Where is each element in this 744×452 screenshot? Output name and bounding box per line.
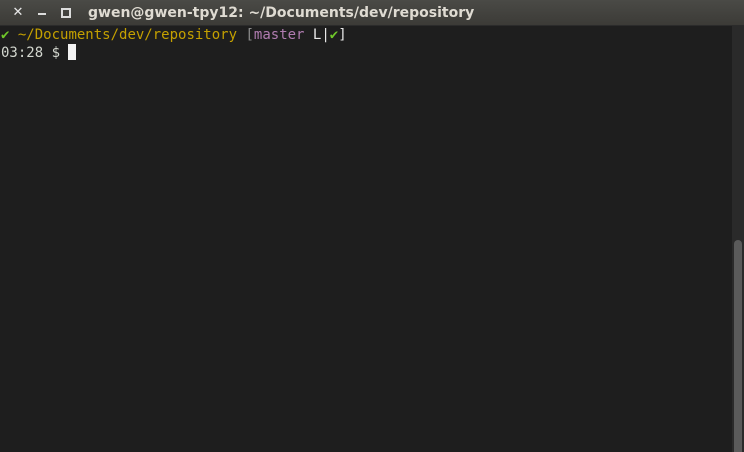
window-title: gwen@gwen-tpy12: ~/Documents/dev/reposit… xyxy=(88,4,475,21)
text-cursor xyxy=(68,44,77,60)
prompt-time: 03:28 xyxy=(1,45,44,61)
minimize-button[interactable] xyxy=(30,0,54,26)
close-icon: ✕ xyxy=(12,5,24,20)
terminal-output[interactable]: ✔ ~/Documents/dev/repository [master L|✔… xyxy=(0,26,732,452)
bracket-close: ] xyxy=(338,27,347,43)
close-button[interactable]: ✕ xyxy=(6,0,30,26)
maximize-icon xyxy=(61,7,71,18)
prompt-input-line[interactable]: 03:28 $ xyxy=(1,44,732,61)
clean-check-icon: ✔ xyxy=(329,27,339,43)
git-branch: master xyxy=(253,27,305,43)
prompt-dollar: $ xyxy=(51,45,61,61)
prompt-status-line: ✔ ~/Documents/dev/repository [master L|✔… xyxy=(1,27,732,44)
separator: | xyxy=(321,27,330,43)
status-check-icon: ✔ xyxy=(1,27,10,43)
terminal-window: ✕ gwen@gwen-tpy12: ~/Documents/dev/repos… xyxy=(0,0,744,452)
minimize-icon xyxy=(38,12,46,15)
maximize-button[interactable] xyxy=(54,0,78,26)
title-bar[interactable]: ✕ gwen@gwen-tpy12: ~/Documents/dev/repos… xyxy=(0,0,744,26)
current-path: ~/Documents/dev/repository xyxy=(17,27,238,43)
bracket-open: [ xyxy=(245,27,254,43)
scrollbar[interactable] xyxy=(732,26,744,452)
scrollbar-thumb[interactable] xyxy=(734,240,742,452)
